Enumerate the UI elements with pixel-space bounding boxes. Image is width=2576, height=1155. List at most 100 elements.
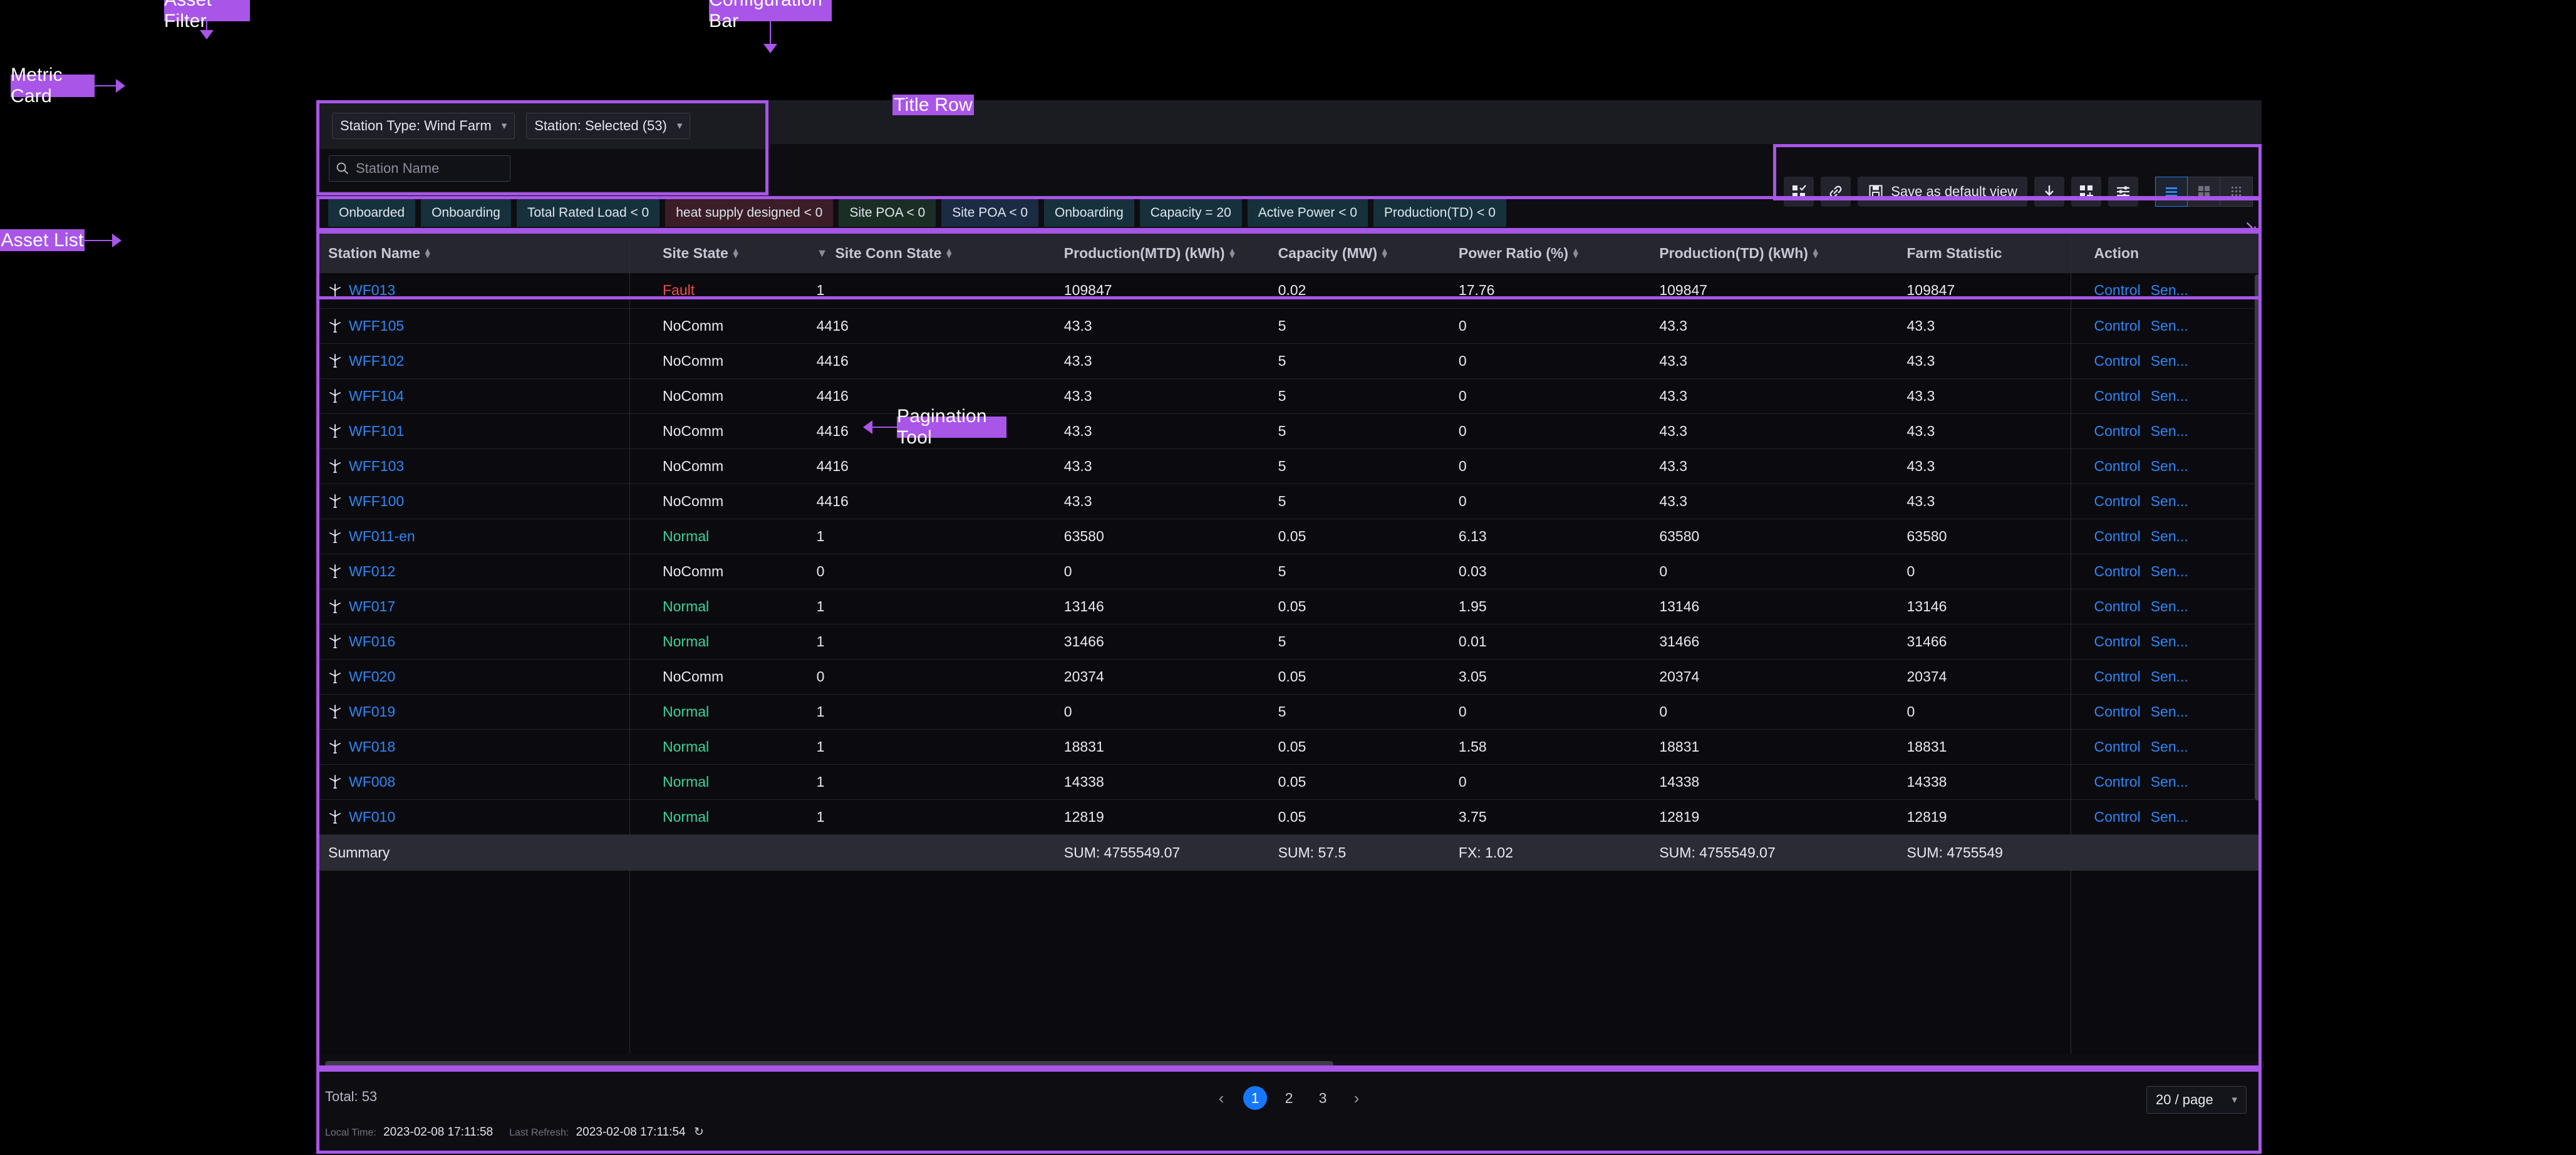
sort-icon[interactable]: ▴▾ [1382, 249, 1387, 257]
control-link[interactable]: Control [2094, 423, 2141, 440]
control-link[interactable]: Control [2094, 563, 2141, 580]
page-size-select[interactable]: 20 / page ▾ [2146, 1086, 2247, 1114]
sort-icon[interactable]: ▴▾ [946, 249, 951, 257]
sort-icon[interactable]: ▴▾ [1573, 249, 1578, 257]
send-command-link[interactable]: Sen... [2151, 774, 2188, 790]
send-command-link[interactable]: Sen... [2151, 318, 2188, 334]
resize-corner-icon[interactable]: ↘ [2244, 217, 2258, 236]
page-button-1[interactable]: 1 [1243, 1086, 1267, 1110]
station-name-link[interactable]: WF012 [349, 563, 395, 580]
list-view-button[interactable] [2155, 177, 2188, 207]
sort-icon[interactable]: ▴▾ [425, 249, 430, 257]
station-select[interactable]: Station: Selected (53) ▾ [526, 113, 690, 139]
table-row[interactable]: WFF101NoComm441643.35043.343.3ControlSen… [319, 413, 2258, 448]
control-link[interactable]: Control [2094, 388, 2141, 405]
table-vertical-scrollbar[interactable] [2255, 274, 2260, 932]
next-page-button[interactable]: › [1345, 1086, 1368, 1110]
station-name-link[interactable]: WF019 [349, 703, 395, 720]
station-name-link[interactable]: WF018 [349, 738, 395, 755]
control-link[interactable]: Control [2094, 703, 2141, 720]
station-name-link[interactable]: WFF101 [349, 423, 404, 440]
table-row[interactable]: WFF105NoComm441643.35043.343.3ControlSen… [319, 308, 2258, 343]
add-widget-button[interactable] [2071, 177, 2101, 207]
table-row[interactable]: WF012NoComm0050.0300ControlSen... [319, 554, 2258, 589]
control-link[interactable]: Control [2094, 458, 2141, 475]
control-link[interactable]: Control [2094, 668, 2141, 685]
column-header-conn[interactable]: ▼Site Conn State▴▾ [808, 233, 1055, 273]
send-command-link[interactable]: Sen... [2151, 633, 2188, 650]
station-name-link[interactable]: WFF102 [349, 353, 404, 370]
send-command-link[interactable]: Sen... [2151, 668, 2188, 685]
metric-chip[interactable]: Onboarding [1044, 199, 1134, 227]
table-row[interactable]: WF013Fault11098470.0217.76109847109847Co… [319, 273, 2258, 308]
station-name-link[interactable]: WF017 [349, 598, 395, 615]
station-name-link[interactable]: WF011-en [349, 528, 415, 545]
prev-page-button[interactable]: ‹ [1209, 1086, 1233, 1110]
table-row[interactable]: WFF104NoComm441643.35043.343.3ControlSen… [319, 378, 2258, 413]
metric-chip[interactable]: Site POA < 0 [941, 199, 1038, 227]
metric-chip[interactable]: Onboarding [421, 199, 511, 227]
control-link[interactable]: Control [2094, 633, 2141, 650]
metric-chip[interactable]: Site POA < 0 [839, 199, 936, 227]
control-link[interactable]: Control [2094, 774, 2141, 790]
control-link[interactable]: Control [2094, 353, 2141, 370]
send-command-link[interactable]: Sen... [2151, 458, 2188, 475]
metric-chip[interactable]: Active Power < 0 [1248, 199, 1368, 227]
table-row[interactable]: WF008Normal1143380.0501433814338ControlS… [319, 764, 2258, 799]
send-command-link[interactable]: Sen... [2151, 563, 2188, 580]
send-command-link[interactable]: Sen... [2151, 282, 2188, 299]
station-name-link[interactable]: WF010 [349, 809, 395, 826]
table-row[interactable]: WFF100NoComm441643.35043.343.3ControlSen… [319, 484, 2258, 519]
control-link[interactable]: Control [2094, 493, 2141, 510]
send-command-link[interactable]: Sen... [2151, 598, 2188, 615]
batch-select-button[interactable] [1784, 177, 1814, 207]
table-row[interactable]: WF010Normal1128190.053.751281912819Contr… [319, 799, 2258, 834]
table-row[interactable]: WFF103NoComm441643.35043.343.3ControlSen… [319, 448, 2258, 484]
station-name-link[interactable]: WF016 [349, 633, 395, 650]
table-row[interactable]: WF020NoComm0203740.053.052037420374Contr… [319, 659, 2258, 694]
control-link[interactable]: Control [2094, 282, 2141, 299]
sort-icon[interactable]: ▴▾ [1813, 249, 1818, 257]
metric-chip[interactable]: Onboarded [328, 199, 415, 227]
settings-button[interactable] [2108, 177, 2138, 207]
station-name-link[interactable]: WFF100 [349, 493, 404, 510]
station-name-link[interactable]: WF013 [349, 282, 395, 299]
download-button[interactable] [2034, 177, 2064, 207]
table-horizontal-scrollbar[interactable] [325, 1061, 2264, 1067]
filter-icon[interactable]: ▼ [817, 247, 828, 260]
column-header-td[interactable]: Production(TD) (kWh)▴▾ [1650, 233, 1898, 273]
sort-icon[interactable]: ▴▾ [733, 249, 738, 257]
column-header-cap[interactable]: Capacity (MW)▴▾ [1270, 233, 1450, 273]
table-row[interactable]: WF017Normal1131460.051.951314613146Contr… [319, 589, 2258, 624]
control-link[interactable]: Control [2094, 809, 2141, 826]
column-header-mtd[interactable]: Production(MTD) (kWh)▴▾ [1055, 233, 1270, 273]
control-link[interactable]: Control [2094, 318, 2141, 334]
station-name-link[interactable]: WFF105 [349, 318, 404, 334]
column-header-state[interactable]: Site State▴▾ [654, 233, 808, 273]
send-command-link[interactable]: Sen... [2151, 493, 2188, 510]
metric-chip[interactable]: Production(TD) < 0 [1373, 199, 1506, 227]
page-button-3[interactable]: 3 [1311, 1086, 1335, 1110]
metric-chip[interactable]: Total Rated Load < 0 [517, 199, 660, 227]
table-row[interactable]: WF011-enNormal1635800.056.136358063580Co… [319, 519, 2258, 554]
station-name-link[interactable]: WFF104 [349, 388, 404, 405]
station-name-link[interactable]: WF008 [349, 774, 395, 790]
column-header-ratio[interactable]: Power Ratio (%)▴▾ [1450, 233, 1650, 273]
send-command-link[interactable]: Sen... [2151, 528, 2188, 545]
send-command-link[interactable]: Sen... [2151, 703, 2188, 720]
column-header-name[interactable]: Station Name▴▾ [319, 233, 654, 273]
page-button-2[interactable]: 2 [1277, 1086, 1301, 1110]
search-input[interactable]: Station Name [329, 155, 510, 182]
link-button[interactable] [1821, 177, 1851, 207]
send-command-link[interactable]: Sen... [2151, 423, 2188, 440]
control-link[interactable]: Control [2094, 528, 2141, 545]
refresh-icon[interactable]: ↻ [694, 1126, 704, 1139]
send-command-link[interactable]: Sen... [2151, 353, 2188, 370]
station-name-link[interactable]: WFF103 [349, 458, 404, 475]
send-command-link[interactable]: Sen... [2151, 388, 2188, 405]
dense-grid-view-button[interactable] [2220, 177, 2253, 207]
table-row[interactable]: WFF102NoComm441643.35043.343.3ControlSen… [319, 343, 2258, 378]
save-default-view-button[interactable]: Save as default view [1858, 177, 2027, 207]
send-command-link[interactable]: Sen... [2151, 738, 2188, 755]
send-command-link[interactable]: Sen... [2151, 809, 2188, 826]
